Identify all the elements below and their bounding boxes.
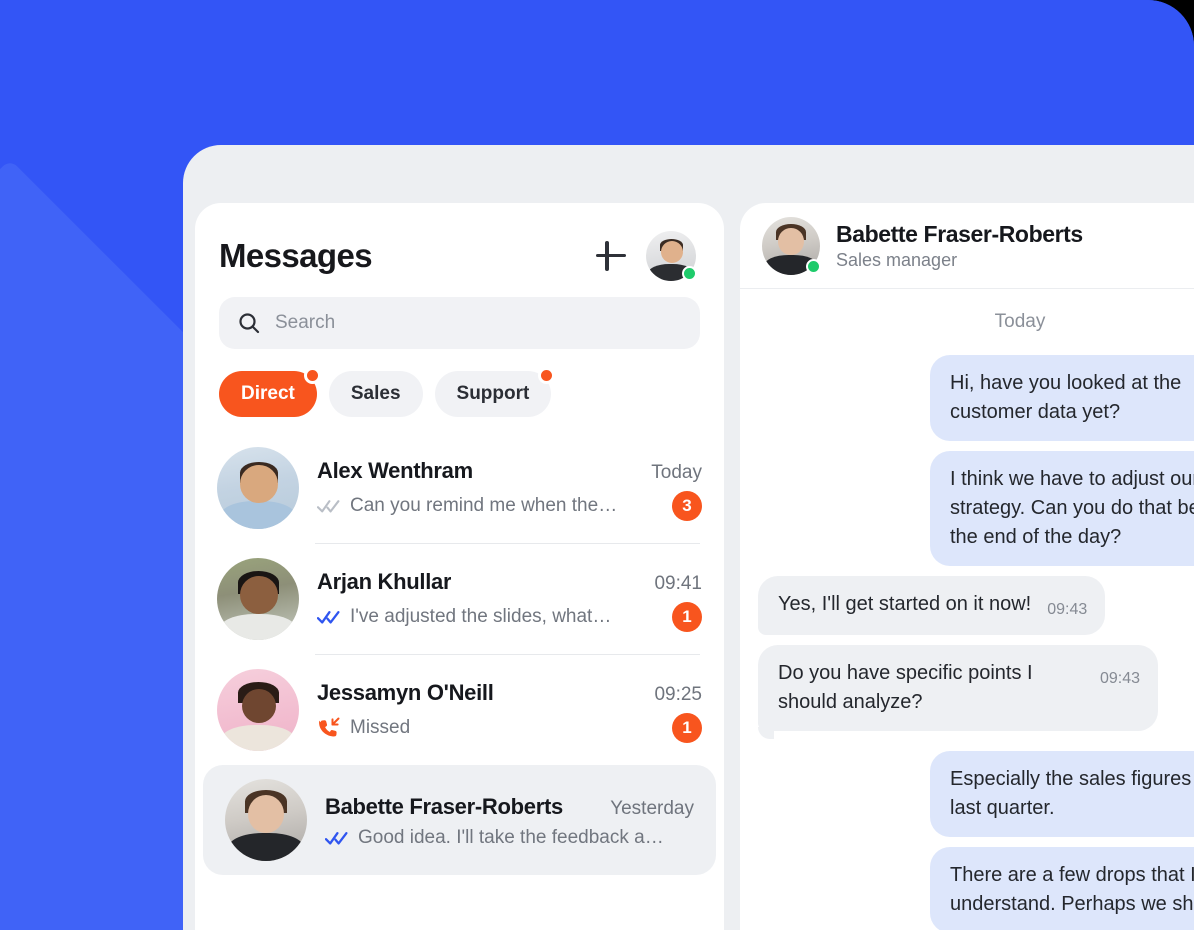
message-row: 09:43 Yes, I'll get started on it now! [740,576,1194,636]
message-text: Hi, have you looked at the customer data… [950,372,1182,423]
conversation-name: Jessamyn O'Neill [317,679,494,705]
missed-call-icon [319,717,340,736]
filter-pill-direct-unread-dot [303,367,321,384]
avatar [217,669,299,751]
chat-header: Babette Fraser-Roberts Sales manager [740,203,1194,289]
conversation-list-item-selected[interactable]: Babette Fraser-Roberts Yesterday Good id… [203,765,716,875]
chat-peer-name: Babette Fraser-Roberts [836,220,1083,247]
online-status-dot [682,266,697,281]
message-text: There are a few drops that I don't under… [950,864,1194,916]
message-row: 09:43 I think we have to adjust our stra… [740,451,1194,566]
avatar [217,447,299,529]
chat-peer-info: Babette Fraser-Roberts Sales manager [836,221,1194,271]
filter-pill-sales-label: Sales [350,383,401,404]
avatar [225,779,307,861]
message-text: Yes, I'll get started on it now! [778,593,1032,615]
message-time: 09:43 [1047,601,1088,618]
conversation-preview: Good idea. I'll take the feedback a… [358,826,664,848]
conversation-list: Alex Wenthram Today Can you remind me wh… [195,433,724,875]
page-title: Messages [219,237,373,274]
double-check-blue-icon [325,831,348,845]
list-header: Messages [195,203,724,283]
conversation-time: Today [651,461,702,483]
filter-pill-direct-label: Direct [241,383,295,404]
search-bar[interactable] [219,297,700,349]
filter-pill-support-label: Support [456,383,530,404]
conversation-time: 09:25 [654,683,702,705]
conversation-preview: I've adjusted the slides, what… [350,605,612,627]
double-check-grey-icon [317,499,340,512]
message-row: 09:43 Do you have specific points I shou… [740,645,1194,740]
conversation-name: Alex Wenthram [317,457,473,483]
filter-pill-sales[interactable]: Sales [328,371,423,417]
filter-pill-support[interactable]: Support [434,367,556,417]
conversation-list-item[interactable]: Arjan Khullar 09:41 I've adjusted the sl… [195,544,724,654]
chat-panel: Babette Fraser-Roberts Sales manager Tod… [740,203,1194,930]
message-bubble-outgoing: 09:43 I think we have to adjust our stra… [930,451,1194,566]
plus-icon[interactable] [592,237,630,275]
message-bubble-incoming: 09:43 Do you have specific points I shou… [758,645,1158,740]
chat-message-area: Today 09:43 Hi, have you looked at the c… [740,289,1194,930]
online-status-dot [806,258,821,274]
message-time: 09:43 [1099,670,1140,688]
filter-pill-support-unread-dot [538,367,556,384]
search-input[interactable] [275,312,682,334]
message-bubble-outgoing: There are a few drops that I don't under… [930,847,1194,930]
avatar[interactable] [762,216,821,275]
chat-peer-role: Sales manager [836,249,958,270]
avatar [217,558,299,640]
conversation-preview: Missed [350,716,411,738]
conversation-time: 09:41 [654,572,702,594]
conversation-time: Yesterday [610,797,694,819]
conversation-preview: Can you remind me when the… [350,494,618,516]
unread-badge: 1 [672,601,702,632]
app-stage: Messages Direct Sales [0,0,1194,930]
conversation-list-item[interactable]: Alex Wenthram Today Can you remind me wh… [195,433,724,543]
message-bubble-incoming: 09:43 Yes, I'll get started on it now! [758,576,1106,636]
message-text: Do you have specific points I should ana… [778,662,1033,714]
message-bubble-outgoing: 09:43 Especially the sales figures of th… [930,751,1194,838]
conversation-list-item[interactable]: Jessamyn O'Neill 09:25 Missed 1 [195,655,724,765]
message-row: 09:43 Especially the sales figures of th… [740,751,1194,838]
message-row: 09:43 Hi, have you looked at the custome… [740,355,1194,441]
double-check-blue-icon [317,610,340,624]
filter-pill-group: Direct Sales Support [219,367,700,417]
message-text: I think we have to adjust our strategy. … [950,468,1194,548]
conversation-name: Babette Fraser-Roberts [325,793,563,819]
search-icon [239,313,260,334]
filter-pill-direct[interactable]: Direct [219,367,321,417]
message-bubble-outgoing: 09:43 Hi, have you looked at the custome… [930,355,1194,441]
conversation-name: Arjan Khullar [317,568,452,594]
conversation-list-panel: Messages Direct Sales [195,203,724,930]
avatar[interactable] [646,231,697,281]
message-text: Especially the sales figures of the last… [950,768,1194,820]
unread-badge: 1 [672,712,702,743]
unread-badge: 3 [672,490,702,521]
message-row: There are a few drops that I don't under… [740,847,1194,930]
day-separator: Today [994,311,1046,332]
